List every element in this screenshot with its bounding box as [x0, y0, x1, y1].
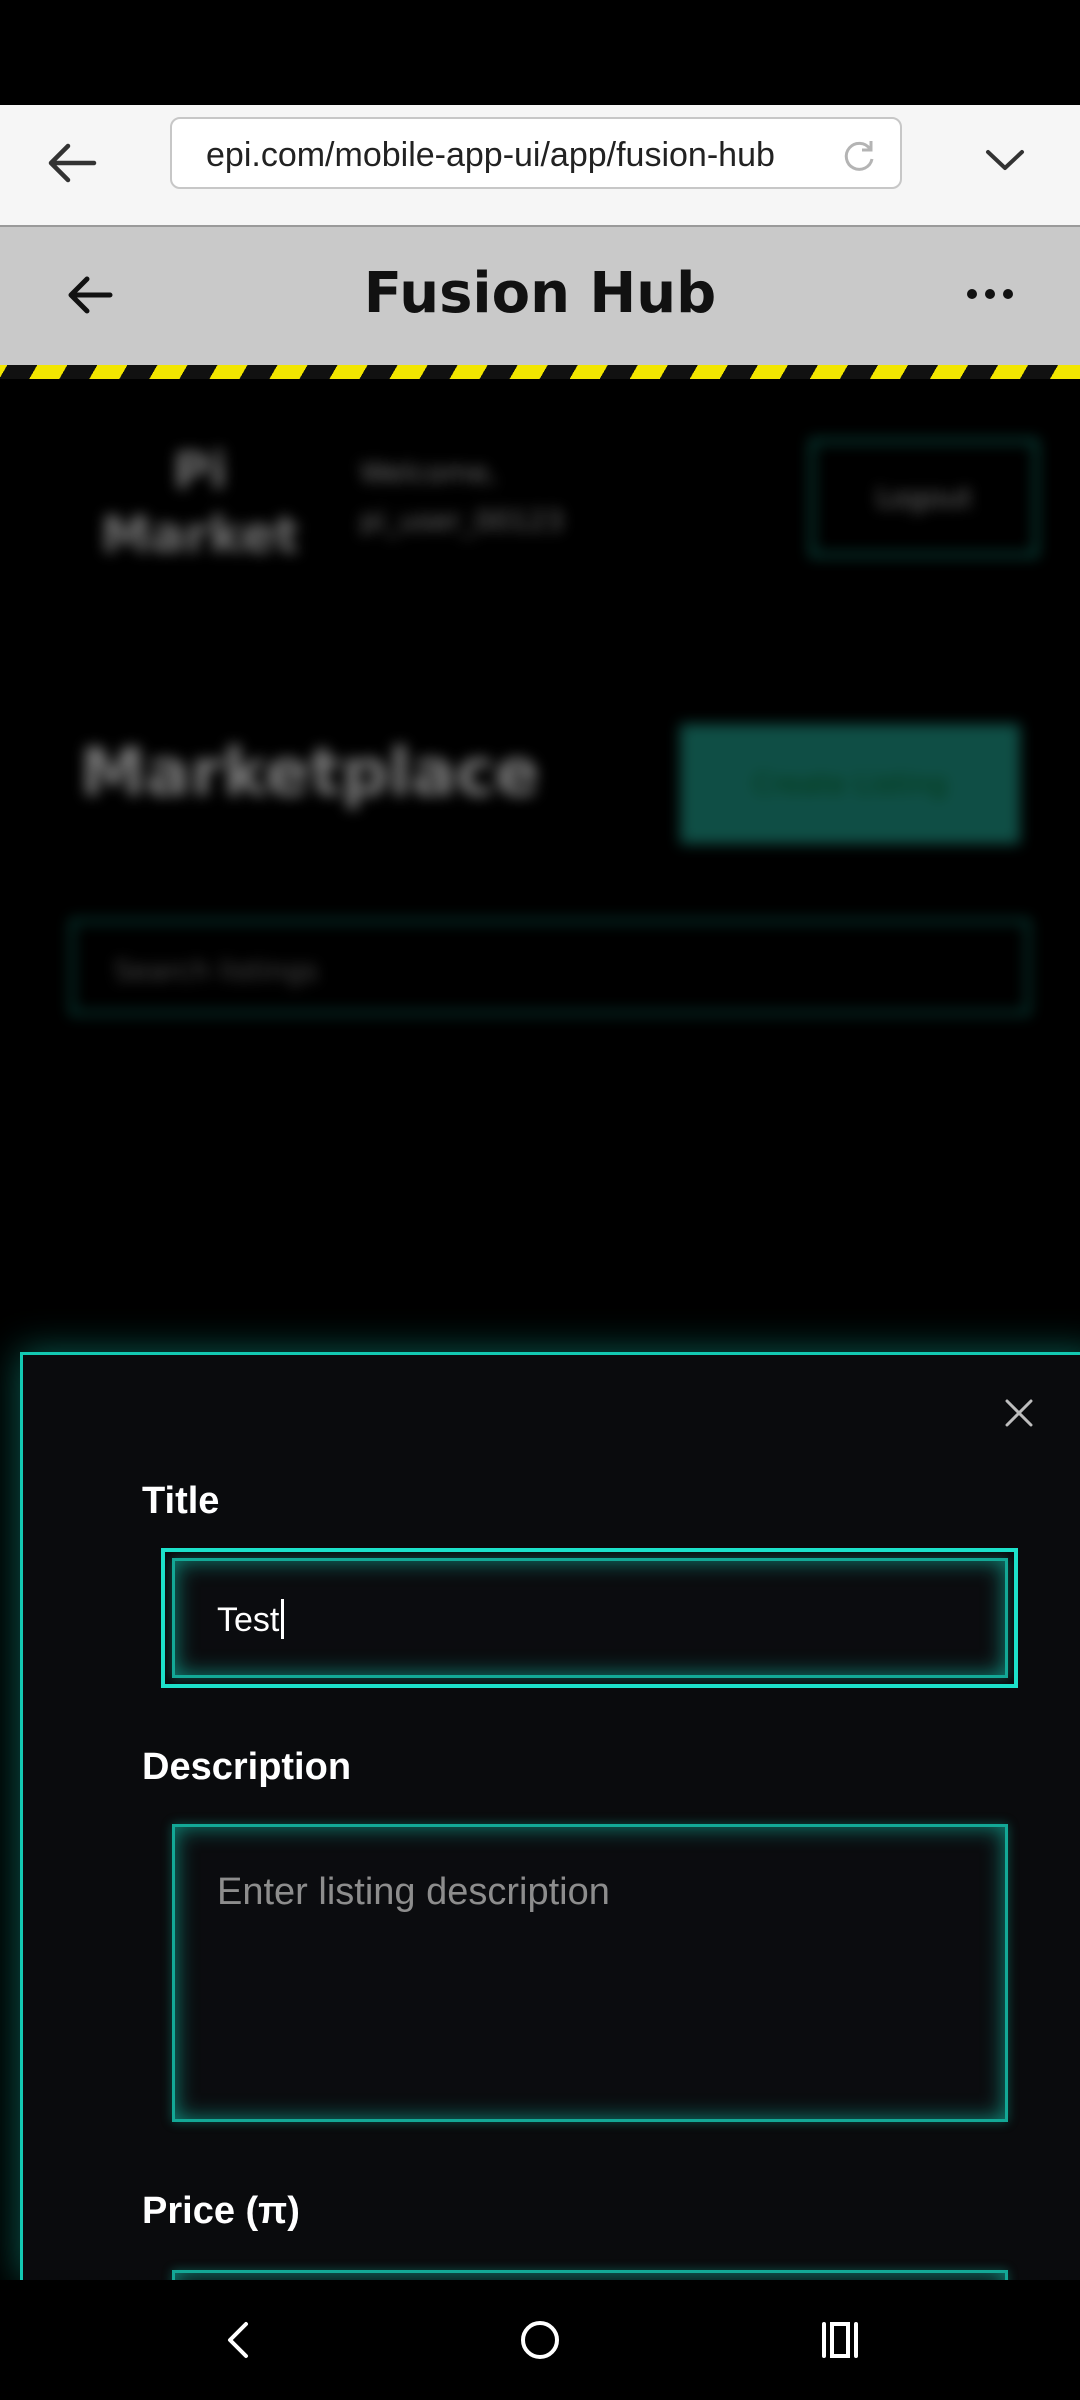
url-bar[interactable]: epi.com/mobile-app-ui/app/fusion-hub: [170, 117, 902, 189]
description-placeholder: Enter listing description: [217, 1871, 610, 1913]
title-input-value: Test: [217, 1601, 280, 1639]
logout-button: Logout: [810, 439, 1038, 557]
search-input: Search listings: [70, 919, 1030, 1015]
nav-recents-icon[interactable]: [810, 2310, 870, 2370]
status-bar: [0, 0, 1080, 105]
reload-icon[interactable]: [840, 137, 878, 175]
more-horizontal-icon[interactable]: [960, 279, 1020, 309]
create-listing-button: Create Listing: [680, 724, 1020, 844]
description-input[interactable]: Enter listing description: [172, 1824, 1008, 2122]
marketplace-heading: Marketplace: [80, 734, 540, 811]
price-label: Price (π): [142, 2190, 300, 2232]
background-page: Pi Market Welcome, pi_user_00123 Logout …: [0, 379, 1080, 1379]
chevron-down-icon[interactable]: [980, 135, 1030, 185]
app-header: Fusion Hub: [0, 227, 1080, 365]
url-text: epi.com/mobile-app-ui/app/fusion-hub: [206, 136, 775, 174]
title-label: Title: [142, 1480, 220, 1522]
system-nav-bar: [0, 2280, 1080, 2400]
description-label: Description: [142, 1746, 352, 1788]
text-caret: [281, 1599, 285, 1639]
nav-home-icon[interactable]: [510, 2310, 570, 2370]
logo: Pi Market: [101, 442, 299, 564]
arrow-left-icon[interactable]: [40, 131, 104, 195]
title-input[interactable]: Test: [172, 1558, 1008, 1678]
browser-toolbar: epi.com/mobile-app-ui/app/fusion-hub: [0, 105, 1080, 227]
user-info: Welcome, pi_user_00123: [360, 456, 564, 537]
hazard-stripe: [0, 365, 1080, 379]
page-title: Fusion Hub: [363, 261, 717, 326]
nav-back-icon[interactable]: [210, 2310, 270, 2370]
close-icon[interactable]: [1002, 1396, 1036, 1430]
